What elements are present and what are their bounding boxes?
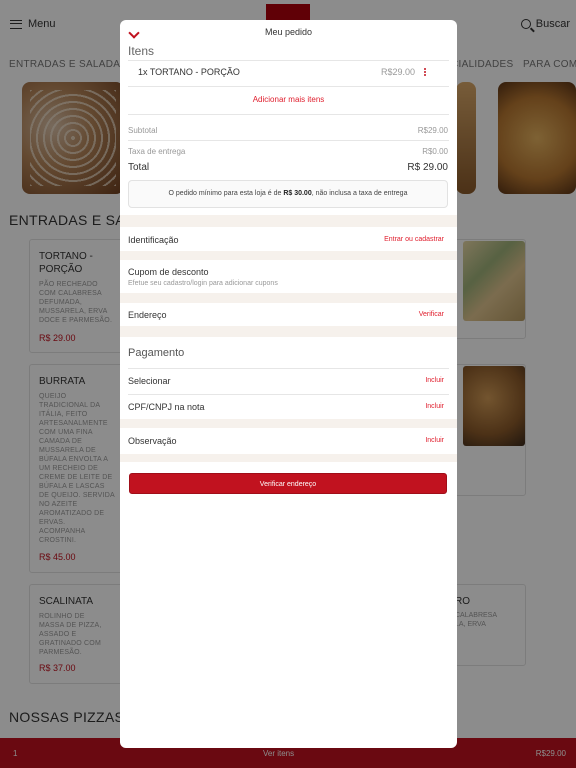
order-modal: Meu pedido Itens 1x TORTANO - PORÇÃO R$2… — [120, 20, 457, 748]
divider — [128, 60, 449, 61]
order-item-price: R$29.00 — [380, 67, 415, 77]
login-signup-link[interactable]: Entrar ou cadastrar — [384, 236, 444, 243]
modal-title: Meu pedido — [264, 27, 313, 37]
section-gap — [120, 293, 457, 303]
section-gap — [120, 454, 457, 462]
verify-address-link[interactable]: Verificar — [419, 311, 444, 318]
verify-address-button[interactable]: Verificar endereço — [129, 473, 447, 494]
divider — [128, 114, 449, 115]
subtotal-label: Subtotal — [128, 126, 158, 135]
notice-amount: R$ 30.00 — [283, 190, 312, 197]
section-gap — [120, 419, 457, 428]
order-item-name: 1x TORTANO - PORÇÃO — [138, 67, 240, 77]
delivery-fee-label: Taxa de entrega — [128, 147, 186, 156]
identification-label: Identificação — [128, 235, 179, 245]
note-include-link[interactable]: Incluir — [425, 437, 444, 444]
minimum-order-notice: O pedido mínimo para esta loja é de R$ 3… — [128, 180, 448, 208]
payment-include-link[interactable]: Incluir — [425, 377, 444, 384]
cpf-cnpj-label: CPF/CNPJ na nota — [128, 402, 205, 412]
items-heading: Itens — [128, 44, 155, 58]
payment-select-label: Selecionar — [128, 376, 171, 386]
modal-header: Meu pedido — [120, 20, 457, 44]
total-label: Total — [128, 162, 150, 173]
divider — [128, 394, 449, 395]
coupon-label[interactable]: Cupom de desconto — [128, 267, 209, 277]
cpf-include-link[interactable]: Incluir — [425, 403, 444, 410]
section-gap — [120, 251, 457, 260]
divider — [128, 86, 449, 87]
divider — [128, 140, 449, 141]
kebab-menu-icon[interactable] — [424, 68, 427, 76]
payment-heading: Pagamento — [128, 347, 185, 359]
add-more-items-link[interactable]: Adicionar mais itens — [120, 95, 457, 104]
divider — [128, 368, 449, 369]
notice-text: , não inclusa a taxa de entrega — [311, 190, 408, 197]
address-label: Endereço — [128, 310, 167, 320]
section-gap — [120, 326, 457, 337]
coupon-hint: Efetue seu cadastro/login para adicionar… — [128, 280, 278, 287]
subtotal-value: R$29.00 — [417, 126, 448, 135]
total-value: R$ 29.00 — [407, 162, 448, 173]
delivery-fee-value: R$0.00 — [422, 147, 448, 156]
notice-text: O pedido mínimo para esta loja é de — [168, 190, 284, 197]
note-label: Observação — [128, 436, 177, 446]
section-gap — [120, 215, 457, 227]
